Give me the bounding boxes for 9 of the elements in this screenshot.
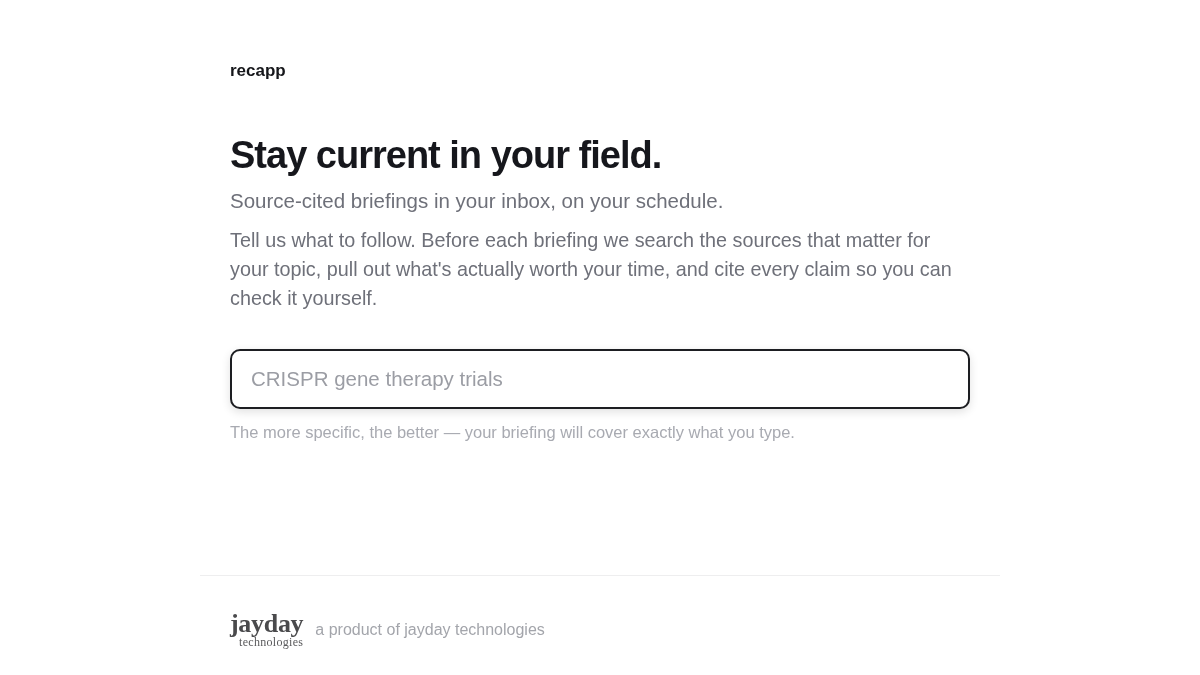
logo-subtitle: technologies <box>239 636 304 648</box>
hint-text: The more specific, the better — your briefing will cover exactly what you type. <box>230 422 795 442</box>
brand-name: recapp <box>230 61 286 81</box>
logo-wordmark: jayday <box>230 612 304 636</box>
description-text: Tell us what to follow. Before each briefing we search the sources that matter for your topic, pull out what's actually worth your time, and cite every claim so you can check it yourself. <box>230 228 953 311</box>
topic-input[interactable]: CRISPR gene therapy trials <box>230 349 970 409</box>
subtitle-text: Source-cited briefings in your inbox, on your schedule. <box>230 188 724 214</box>
page-heading: Stay current in your field. <box>230 133 662 177</box>
footer-text: a product of jayday technologies <box>315 620 545 640</box>
